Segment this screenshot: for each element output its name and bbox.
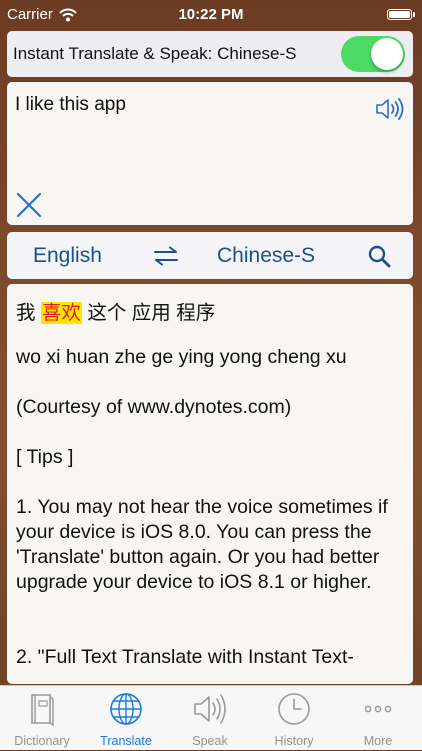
chinese-part-2: 这个 应用 程序 xyxy=(81,302,216,324)
tab-label-speak: Speak xyxy=(192,734,228,748)
chinese-part-1: 我 xyxy=(16,302,41,324)
search-icon[interactable] xyxy=(367,244,391,268)
tab-bar: Dictionary Translate Speak History More xyxy=(0,685,422,750)
more-dots-icon xyxy=(364,705,392,713)
speaker-icon xyxy=(194,694,226,724)
tab-more[interactable]: More xyxy=(336,686,420,751)
close-icon[interactable] xyxy=(15,191,43,219)
clock-icon xyxy=(278,693,310,725)
source-text-area[interactable]: I like this app xyxy=(7,82,413,225)
source-text[interactable]: I like this app xyxy=(15,94,126,116)
source-language-button[interactable]: English xyxy=(33,244,102,268)
tip-2: 2. "Full Text Translate with Instant Tex… xyxy=(16,646,354,668)
status-bar: Carrier 10:22 PM xyxy=(0,0,422,30)
globe-icon xyxy=(110,693,142,725)
tips-header: [ Tips ] xyxy=(16,446,74,468)
book-icon xyxy=(31,694,54,727)
switch-knob xyxy=(371,38,403,70)
swap-arrows-icon[interactable] xyxy=(152,246,180,266)
tab-dictionary[interactable]: Dictionary xyxy=(0,686,84,751)
target-language-button[interactable]: Chinese-S xyxy=(217,244,315,268)
tab-history[interactable]: History xyxy=(252,686,336,751)
courtesy-text: (Courtesy of www.dynotes.com) xyxy=(16,396,292,418)
clock-time: 10:22 PM xyxy=(178,6,244,23)
speaker-icon[interactable] xyxy=(375,96,405,122)
language-bar: English Chinese-S xyxy=(7,232,413,279)
battery-icon xyxy=(387,9,415,20)
tab-label-more: More xyxy=(363,734,393,748)
tab-speak[interactable]: Speak xyxy=(168,686,252,751)
tab-label-translate: Translate xyxy=(100,734,152,748)
tab-label-dictionary: Dictionary xyxy=(14,734,70,748)
translation-output[interactable]: 我 喜欢 这个 应用 程序 wo xi huan zhe ge ying yon… xyxy=(7,284,413,684)
instant-translate-row: Instant Translate & Speak: Chinese-S xyxy=(7,31,413,77)
instant-translate-label: Instant Translate & Speak: Chinese-S xyxy=(13,44,297,63)
chinese-translation: 我 喜欢 这个 应用 程序 xyxy=(16,296,215,325)
tab-translate[interactable]: Translate xyxy=(84,686,168,751)
tab-label-history: History xyxy=(274,734,314,748)
highlighted-word: 喜欢 xyxy=(40,302,82,324)
pinyin-text: wo xi huan zhe ge ying yong cheng xu xyxy=(16,346,347,368)
instant-translate-switch[interactable] xyxy=(341,36,405,72)
tip-1: 1. You may not hear the voice sometimes … xyxy=(16,496,388,593)
